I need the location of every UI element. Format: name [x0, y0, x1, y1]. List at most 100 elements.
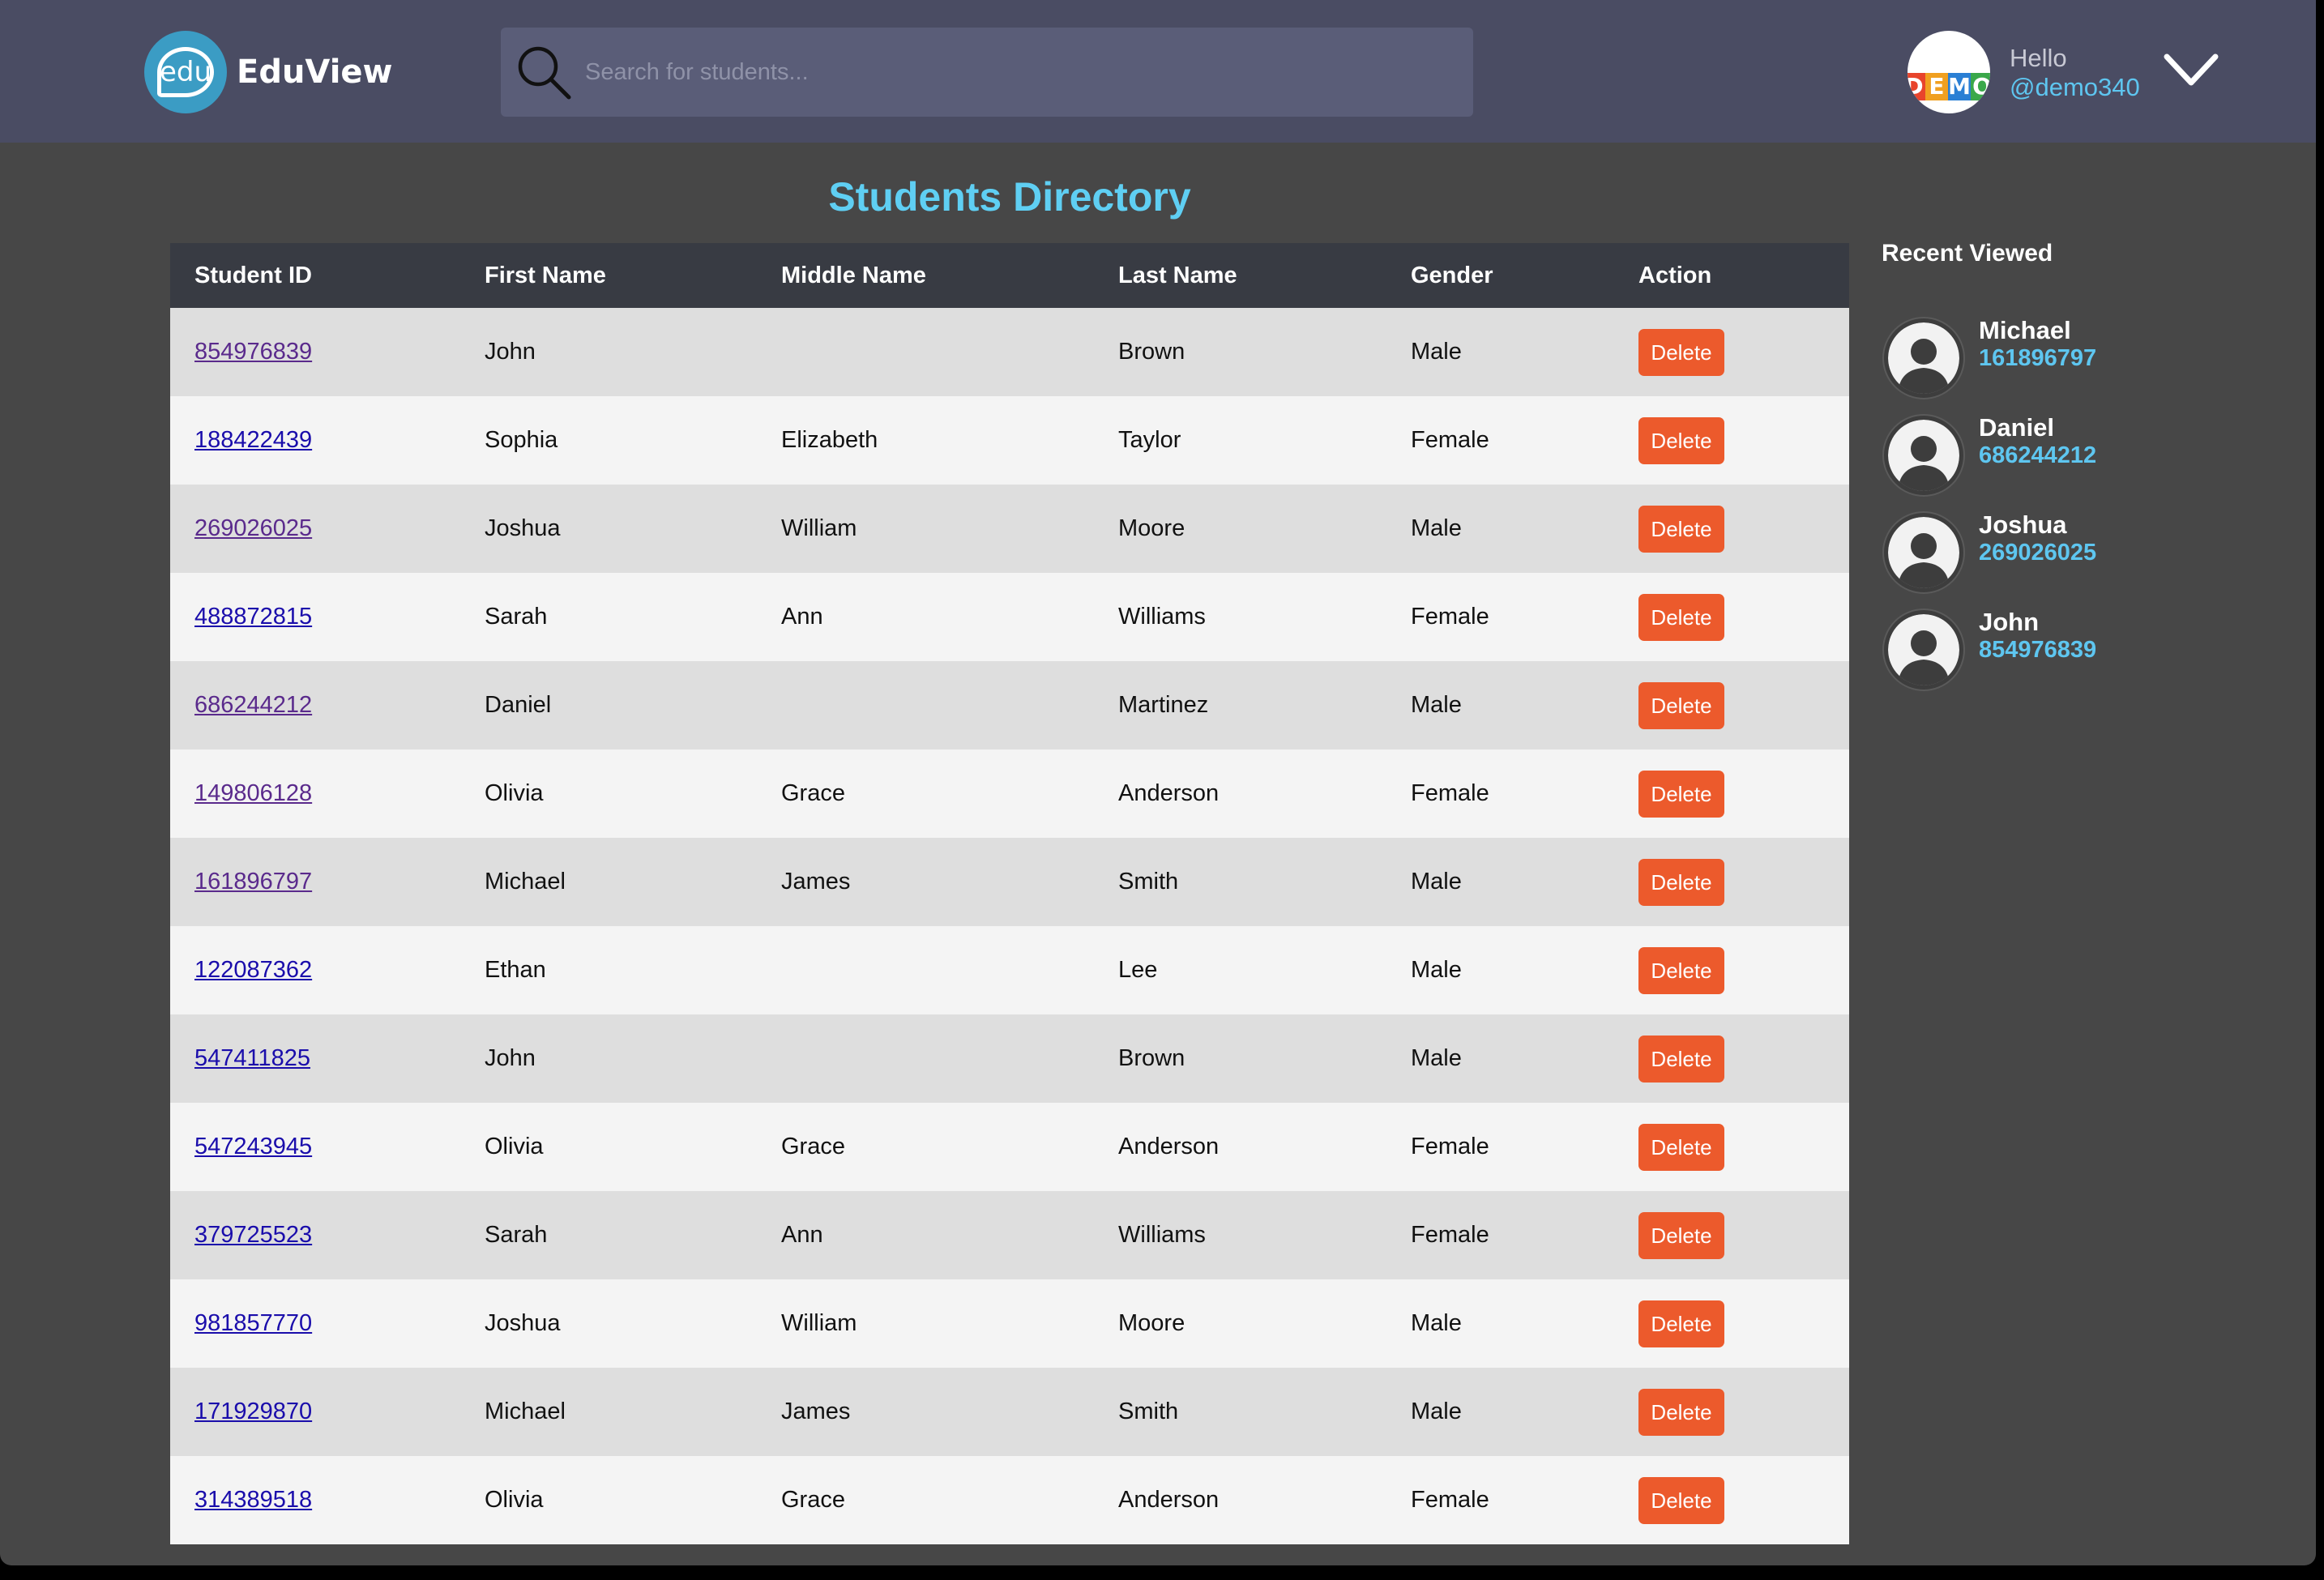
- student-id-link[interactable]: 171929870: [194, 1399, 312, 1424]
- search-bar: [501, 28, 1473, 117]
- recent-viewed-item[interactable]: Michael 161896797: [1882, 316, 2230, 400]
- last-name-cell: Anderson: [1118, 1487, 1220, 1513]
- gender-cell: Female: [1411, 1134, 1489, 1159]
- app-window: edu EduView D E M O Hello @demo340: [0, 0, 2316, 1565]
- delete-button[interactable]: Delete: [1638, 1388, 1724, 1436]
- student-id-cell: 161896797: [170, 838, 460, 926]
- student-id-link[interactable]: 122087362: [194, 957, 312, 983]
- student-id-link[interactable]: 547243945: [194, 1134, 312, 1159]
- middle-name-cell: Grace: [781, 1487, 845, 1513]
- gender-cell: Male: [1411, 1310, 1462, 1336]
- column-header-last-name: Last Name: [1118, 262, 1237, 288]
- first-name-cell: Michael: [485, 1399, 566, 1424]
- gender-cell: Male: [1411, 515, 1462, 541]
- delete-button[interactable]: Delete: [1638, 1123, 1724, 1171]
- middle-name-cell: William: [781, 1310, 857, 1336]
- student-id-link[interactable]: 269026025: [194, 515, 312, 541]
- chevron-down-icon[interactable]: [2162, 50, 2220, 91]
- middle-name-cell: Elizabeth: [781, 427, 878, 453]
- middle-name-cell: James: [781, 869, 851, 895]
- recent-viewed-item[interactable]: Daniel 686244212: [1882, 413, 2230, 497]
- students-table: Student ID First Name Middle Name Last N…: [170, 243, 1849, 1544]
- delete-button[interactable]: Delete: [1638, 328, 1724, 376]
- first-name-cell: Ethan: [485, 957, 546, 983]
- gender-cell: Female: [1411, 780, 1489, 806]
- column-header-action: Action: [1638, 262, 1712, 288]
- gender-cell: Male: [1411, 692, 1462, 718]
- recent-student-id: 161896797: [1979, 345, 2097, 371]
- student-id-cell: 122087362: [170, 926, 460, 1014]
- column-header-gender: Gender: [1411, 262, 1493, 288]
- middle-name-cell: William: [781, 515, 857, 541]
- delete-button[interactable]: Delete: [1638, 946, 1724, 994]
- delete-button[interactable]: Delete: [1638, 858, 1724, 906]
- table-row: 547411825 John Brown Male Delete: [170, 1014, 1849, 1103]
- recent-viewed-panel: Recent Viewed Michael 161896797 Daniel 6862…: [1882, 240, 2230, 691]
- student-id-link[interactable]: 547411825: [194, 1045, 310, 1071]
- action-cell: Delete: [1614, 308, 1849, 396]
- gender-cell: Male: [1411, 1399, 1462, 1424]
- student-id-cell: 488872815: [170, 573, 460, 661]
- gender-cell: Male: [1411, 339, 1462, 365]
- student-id-cell: 149806128: [170, 749, 460, 838]
- delete-button[interactable]: Delete: [1638, 1211, 1724, 1259]
- middle-name-cell: [757, 661, 1094, 749]
- last-name-cell: Moore: [1118, 515, 1185, 541]
- table-row: 854976839 John Brown Male Delete: [170, 308, 1849, 396]
- student-id-link[interactable]: 854976839: [194, 339, 312, 365]
- last-name-cell: Smith: [1118, 869, 1179, 895]
- student-id-cell: 981857770: [170, 1279, 460, 1368]
- student-id-link[interactable]: 981857770: [194, 1310, 312, 1336]
- table-row: 547243945 Olivia Grace Anderson Female Delete: [170, 1103, 1849, 1191]
- student-id-link[interactable]: 161896797: [194, 869, 312, 895]
- delete-button[interactable]: Delete: [1638, 1300, 1724, 1347]
- first-name-cell: Sarah: [485, 1222, 548, 1248]
- recent-viewed-item[interactable]: Joshua 269026025: [1882, 510, 2230, 595]
- action-cell: Delete: [1614, 1103, 1849, 1191]
- delete-button[interactable]: Delete: [1638, 681, 1724, 729]
- gender-cell: Male: [1411, 869, 1462, 895]
- column-header-middle-name: Middle Name: [781, 262, 926, 288]
- recent-student-name: Joshua: [1979, 510, 2067, 539]
- delete-button[interactable]: Delete: [1638, 593, 1724, 641]
- middle-name-cell: [757, 1014, 1094, 1103]
- recent-student-name: Daniel: [1979, 413, 2055, 442]
- delete-button[interactable]: Delete: [1638, 1476, 1724, 1524]
- delete-button[interactable]: Delete: [1638, 1035, 1724, 1083]
- table-row: 149806128 Olivia Grace Anderson Female Delete: [170, 749, 1849, 838]
- recent-viewed-item[interactable]: John 854976839: [1882, 608, 2230, 692]
- action-cell: Delete: [1614, 1279, 1849, 1368]
- student-id-cell: 171929870: [170, 1368, 460, 1456]
- student-id-link[interactable]: 188422439: [194, 427, 312, 453]
- last-name-cell: Williams: [1118, 1222, 1206, 1248]
- student-id-cell: 269026025: [170, 485, 460, 573]
- last-name-cell: Moore: [1118, 1310, 1185, 1336]
- student-id-link[interactable]: 686244212: [194, 692, 312, 718]
- delete-button[interactable]: Delete: [1638, 505, 1724, 553]
- user-avatar-icon: [1882, 609, 1965, 691]
- avatar-letter: E: [1925, 73, 1948, 100]
- last-name-cell: Anderson: [1118, 780, 1220, 806]
- middle-name-cell: James: [781, 1399, 851, 1424]
- search-input[interactable]: [585, 28, 1460, 117]
- student-id-link[interactable]: 314389518: [194, 1487, 312, 1513]
- student-id-cell: 314389518: [170, 1456, 460, 1544]
- delete-button[interactable]: Delete: [1638, 416, 1724, 464]
- brand[interactable]: edu EduView: [144, 31, 392, 113]
- student-id-link[interactable]: 488872815: [194, 604, 312, 630]
- first-name-cell: Sarah: [485, 604, 548, 630]
- action-cell: Delete: [1614, 396, 1849, 485]
- last-name-cell: Williams: [1118, 604, 1206, 630]
- student-id-link[interactable]: 379725523: [194, 1222, 312, 1248]
- user-avatar-icon: [1882, 511, 1965, 594]
- logo-text: edu: [159, 56, 212, 88]
- user-avatar-icon: [1882, 317, 1965, 399]
- user-avatar[interactable]: D E M O: [1907, 31, 1990, 113]
- table-row: 379725523 Sarah Ann Williams Female Delete: [170, 1191, 1849, 1279]
- search-icon[interactable]: [514, 42, 574, 102]
- delete-button[interactable]: Delete: [1638, 770, 1724, 818]
- gender-cell: Female: [1411, 1487, 1489, 1513]
- table-row: 314389518 Olivia Grace Anderson Female Delete: [170, 1456, 1849, 1544]
- student-id-link[interactable]: 149806128: [194, 780, 312, 806]
- middle-name-cell: [757, 308, 1094, 396]
